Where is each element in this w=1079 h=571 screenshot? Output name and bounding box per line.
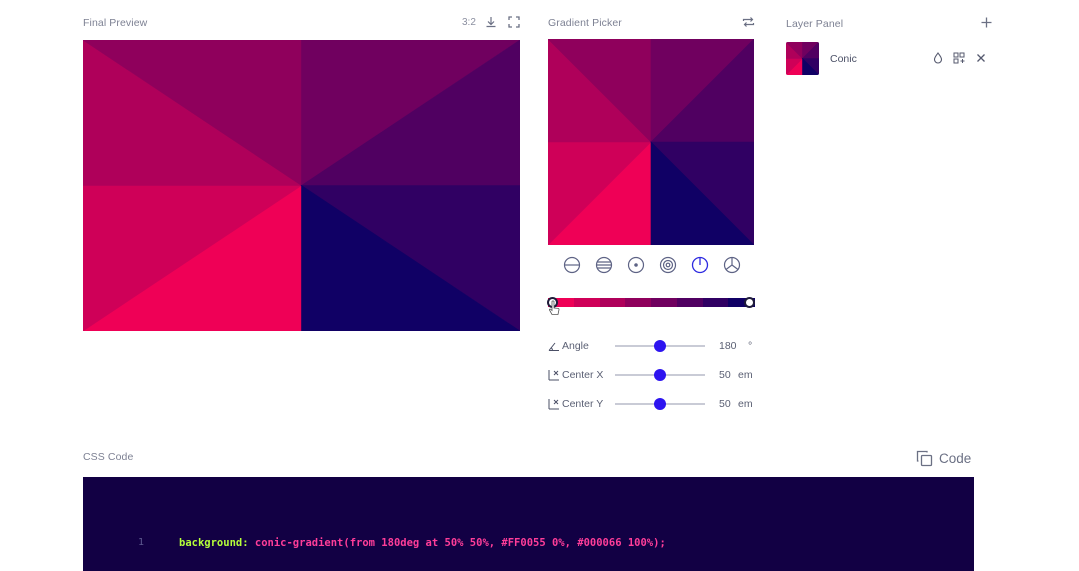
preview-title: Final Preview [83,17,148,29]
gradient-type-selector [562,255,742,275]
picker-canvas[interactable] [548,39,754,245]
stop-bar-segment [599,298,626,307]
copy-code-label: Code [939,450,972,466]
linear-icon [563,256,581,274]
code-block: 1 background: conic-gradient(from 180deg… [83,477,974,571]
center-x-icon [548,370,559,381]
repeating-radial-icon [659,256,677,274]
stop-bar-segment [651,298,678,307]
center-x-label: Center X [562,369,604,381]
color-stop-bar[interactable] [547,297,755,308]
stop-bar-segment [702,298,729,307]
pointer-cursor-icon [549,300,560,315]
center-y-unit: em [738,398,753,410]
aspect-ratio-label[interactable]: 3:2 [462,17,476,28]
code-line[interactable]: background: conic-gradient(from 180deg a… [179,537,666,549]
color-stop-handle[interactable] [744,297,755,308]
center-x-thumb[interactable] [654,369,666,381]
swap-colors-icon[interactable] [741,15,755,29]
stop-bar-segment [676,298,703,307]
layer-panel-title: Layer Panel [786,18,844,30]
code-property: background: [179,537,249,549]
fullscreen-icon[interactable] [507,15,521,29]
css-code-title: CSS Code [83,451,134,463]
repeating-linear-icon [595,256,613,274]
picker-title: Gradient Picker [548,17,622,29]
code-value: conic-gradient(from 180deg at 50% 50%, #… [254,537,666,549]
repeating-linear-type-button[interactable] [594,255,614,275]
center-y-thumb[interactable] [654,398,666,410]
download-icon[interactable] [484,15,498,29]
angle-label: Angle [562,340,589,352]
repeating-radial-type-button[interactable] [658,255,678,275]
repeating-conic-type-button[interactable] [722,255,742,275]
line-number: 1 [138,537,145,548]
center-x-unit: em [738,369,753,381]
color-drop-icon[interactable] [932,52,944,64]
conic-icon [691,256,709,274]
conic-type-button[interactable] [690,255,710,275]
layer-item[interactable]: Conic [786,42,996,75]
center-y-icon [548,399,559,410]
center-y-value: 50 [719,398,731,410]
center-x-value: 50 [719,369,731,381]
center-y-slider-row: Center Y 50 em [548,396,758,412]
radial-type-button[interactable] [626,255,646,275]
radial-icon [627,256,645,274]
angle-unit: ° [748,340,753,352]
delete-layer-icon[interactable] [975,52,987,64]
center-y-label: Center Y [562,398,604,410]
stop-bar-segment [573,298,600,307]
center-x-slider-row: Center X 50 em [548,367,758,383]
layer-name: Conic [830,53,857,65]
angle-thumb[interactable] [654,340,666,352]
angle-value: 180 [719,340,737,352]
angle-slider-row: Angle 180 ° [548,338,758,354]
stop-bar-segment [625,298,652,307]
copy-code-button[interactable]: Code [916,449,971,467]
repeating-conic-icon [723,256,741,274]
preview-canvas [83,40,520,331]
angle-icon [548,342,559,351]
duplicate-layer-icon[interactable] [953,52,965,64]
layer-thumbnail [786,42,819,75]
add-layer-icon[interactable] [980,16,993,29]
linear-type-button[interactable] [562,255,582,275]
copy-icon [916,450,933,466]
